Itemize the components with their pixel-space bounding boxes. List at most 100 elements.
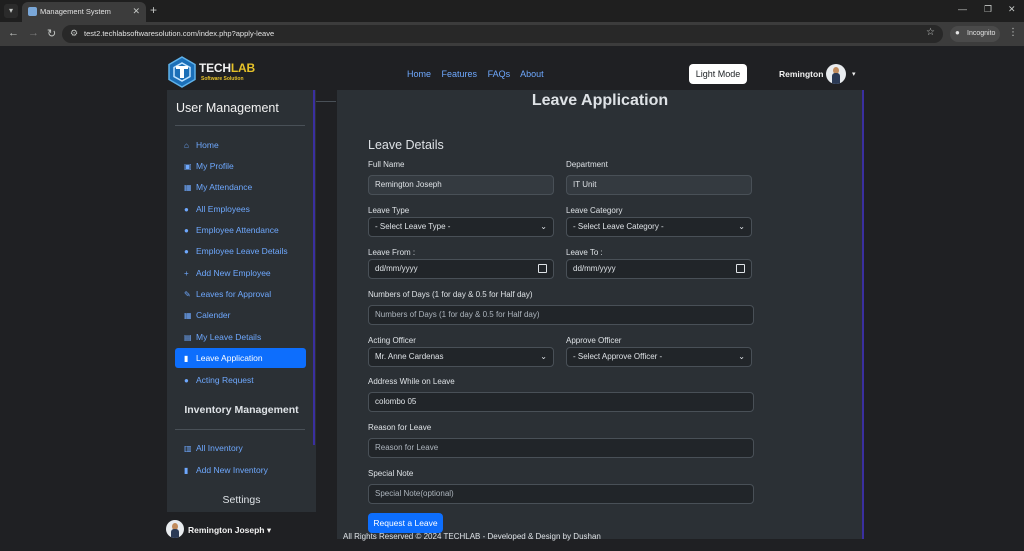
address-label: Address While on Leave <box>368 377 455 386</box>
calendar-icon: ▦ <box>184 183 192 192</box>
address-bar[interactable]: ⚙ test2.techlabsoftwaresolution.com/inde… <box>62 25 943 43</box>
file-plus-icon: ▮ <box>184 466 189 475</box>
user-icon: ● <box>184 205 189 214</box>
leave-category-label: Leave Category <box>566 206 623 215</box>
sidebar-item-acting-request[interactable]: ● Acting Request <box>175 370 306 390</box>
acting-officer-label: Acting Officer <box>368 336 416 345</box>
sidebar-item-leave-application[interactable]: ▮ Leave Application <box>175 348 306 368</box>
sidebar-item-all-employees[interactable]: ● All Employees <box>175 199 306 219</box>
settings-section-title: Settings <box>222 494 261 506</box>
address-field[interactable]: colombo 05 <box>368 392 754 412</box>
inventory-section-title: Inventory Management <box>184 404 299 416</box>
leave-type-label: Leave Type <box>368 206 410 215</box>
logo-wordmark: TECHLAB <box>199 61 255 75</box>
file-icon: ▮ <box>184 354 189 363</box>
leave-to-date[interactable]: dd/mm/yyyy <box>566 259 752 279</box>
back-icon[interactable]: ← <box>8 27 19 39</box>
bookmark-star-icon[interactable]: ☆ <box>926 27 935 38</box>
full-name-field[interactable]: Remington Joseph <box>368 175 554 195</box>
approve-officer-label: Approve Officer <box>566 336 622 345</box>
leave-category-select[interactable]: - Select Leave Category - ⌄ <box>566 217 752 237</box>
leave-application-panel: Leave Application Leave Details Full Nam… <box>337 90 863 539</box>
nav-about[interactable]: About <box>520 69 544 79</box>
calendar-icon[interactable] <box>736 264 745 273</box>
sidebar-item-my-leave-details[interactable]: ▤ My Leave Details <box>175 327 306 347</box>
leave-from-date[interactable]: dd/mm/yyyy <box>368 259 554 279</box>
special-note-field[interactable]: Special Note(optional) <box>368 484 754 504</box>
tab-list-icon[interactable]: ▾ <box>4 4 18 18</box>
reason-field[interactable]: Reason for Leave <box>368 438 754 458</box>
num-days-field[interactable]: Numbers of Days (1 for day & 0.5 for Hal… <box>368 305 754 325</box>
incognito-label: Incognito <box>967 30 996 37</box>
user-icon: ● <box>184 247 189 256</box>
sidebar-title: User Management <box>176 101 279 115</box>
new-tab-icon[interactable]: + <box>150 3 157 17</box>
nav-features[interactable]: Features <box>442 69 478 79</box>
sidebar-item-leaves-for-approval[interactable]: ✎ Leaves for Approval <box>175 284 306 304</box>
leave-from-label: Leave From : <box>368 248 416 257</box>
tab-close-icon[interactable]: ✕ <box>132 6 140 17</box>
special-note-label: Special Note <box>368 469 414 478</box>
sidebar-item-add-new-employee[interactable]: + Add New Employee <box>175 263 306 283</box>
caret-down-icon: ▾ <box>852 71 856 78</box>
edit-icon: ✎ <box>184 290 191 299</box>
id-card-icon: ▣ <box>184 162 192 171</box>
table-icon: ▤ <box>184 333 192 342</box>
home-icon: ⌂ <box>184 141 189 150</box>
full-name-label: Full Name <box>368 160 405 169</box>
nav-faqs[interactable]: FAQs <box>488 69 511 79</box>
department-label: Department <box>566 160 608 169</box>
calendar-icon[interactable] <box>538 264 547 273</box>
sidebar-item-employee-leave-details[interactable]: ● Employee Leave Details <box>175 241 306 261</box>
sidebar-item-calender[interactable]: ▦ Calender <box>175 305 306 325</box>
page-title: Leave Application <box>531 92 669 109</box>
tab-title: Management System <box>40 7 111 16</box>
sidebar-item-my-profile[interactable]: ▣ My Profile <box>175 156 306 176</box>
incognito-badge[interactable]: ● Incognito <box>950 26 1000 42</box>
approve-officer-select[interactable]: - Select Approve Officer - ⌄ <box>566 347 752 367</box>
browser-tab-bar: ▾ Management System ✕ + — ❐ ✕ <box>0 0 1024 22</box>
sidebar-item-add-new-inventory[interactable]: ▮ Add New Inventory <box>175 460 306 480</box>
logo-hex-icon <box>168 56 196 88</box>
divider <box>175 125 305 126</box>
user-plus-icon: + <box>184 269 189 278</box>
light-mode-button[interactable]: Light Mode <box>689 64 747 84</box>
request-leave-button[interactable]: Request a Leave <box>368 513 443 533</box>
acting-officer-select[interactable]: Mr. Anne Cardenas ⌄ <box>368 347 554 367</box>
divider <box>316 101 336 102</box>
reload-icon[interactable]: ↻ <box>47 27 56 40</box>
menu-icon[interactable]: ⋮ <box>1008 27 1018 38</box>
num-days-label: Numbers of Days (1 for day & 0.5 for Hal… <box>368 290 533 299</box>
leave-type-select[interactable]: - Select Leave Type - ⌄ <box>368 217 554 237</box>
browser-tab[interactable]: Management System ✕ <box>22 2 146 22</box>
department-field[interactable]: IT Unit <box>566 175 752 195</box>
avatar <box>166 520 184 538</box>
sidebar-item-employee-attendance[interactable]: ● Employee Attendance <box>175 220 306 240</box>
divider <box>175 429 305 430</box>
footer-text: All Rights Reserved © 2024 TECHLAB - Dev… <box>343 532 601 541</box>
site-info-icon[interactable]: ⚙ <box>70 28 78 39</box>
site-header: TECHLAB Software Solution Home Features … <box>0 46 1024 90</box>
incognito-icon: ● <box>955 28 960 37</box>
logo-subtitle: Software Solution <box>201 76 244 82</box>
chevron-down-icon: ⌄ <box>540 352 547 361</box>
maximize-icon[interactable]: ❐ <box>984 4 992 15</box>
building-icon: ▥ <box>184 444 192 453</box>
leave-to-label: Leave To : <box>566 248 603 257</box>
user-icon: ● <box>184 226 189 235</box>
chevron-down-icon: ⌄ <box>540 222 547 231</box>
techlab-logo[interactable]: TECHLAB Software Solution <box>166 56 266 88</box>
minimize-icon[interactable]: — <box>958 4 967 14</box>
sidebar-user-name: Remington Joseph ▾ <box>188 525 272 535</box>
url-text: test2.techlabsoftwaresolution.com/index.… <box>84 29 275 38</box>
close-icon[interactable]: ✕ <box>1008 4 1016 15</box>
sidebar-item-my-attendance[interactable]: ▦ My Attendance <box>175 177 306 197</box>
user-gear-icon: ● <box>184 376 189 385</box>
sidebar-item-home[interactable]: ⌂ Home <box>175 135 306 155</box>
nav-home[interactable]: Home <box>407 69 431 79</box>
forward-icon[interactable]: → <box>28 27 39 39</box>
chevron-down-icon: ⌄ <box>738 352 745 361</box>
sidebar-item-all-inventory[interactable]: ▥ All Inventory <box>175 438 306 458</box>
favicon-icon <box>28 7 37 16</box>
browser-toolbar: ← → ↻ ⚙ test2.techlabsoftwaresolution.co… <box>0 22 1024 46</box>
